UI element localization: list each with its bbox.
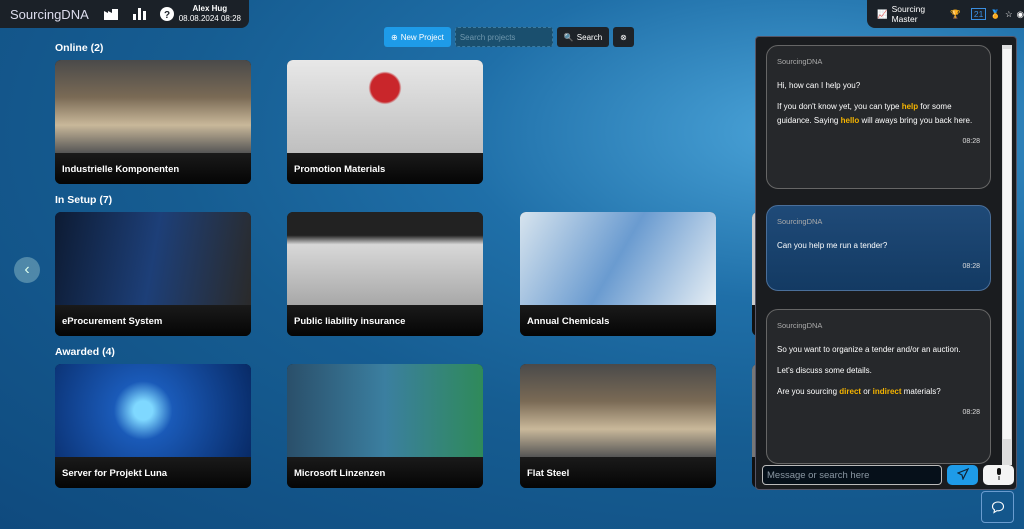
message-input[interactable] [762,465,942,485]
clear-button[interactable]: ⊗ [613,27,634,47]
project-label: Annual Chemicals [520,305,716,336]
datetime: 08.08.2024 08:28 [178,14,241,23]
chat-message-bot: SourcingDNA Hi, how can I help you? If y… [766,45,991,189]
project-card[interactable]: Industrielle Komponenten [55,60,251,184]
message-sender: SourcingDNA [777,217,823,226]
send-button[interactable] [947,465,978,485]
project-image [520,364,716,457]
chat-panel: SourcingDNA Hi, how can I help you? If y… [755,36,1017,490]
message-text: If you don't know yet, you can type help… [777,102,973,125]
trophy-icon: 🏆 [950,8,961,19]
new-project-label: New Project [400,32,444,42]
keyword-indirect[interactable]: indirect [873,387,902,396]
keyword-direct[interactable]: direct [839,387,861,396]
star-icon[interactable]: ☆ [1005,9,1013,20]
new-project-button[interactable]: ⊕ New Project [384,27,451,47]
project-toolbar: ⊕New Project 🔍Search ⊗ [384,27,634,47]
project-label: eProcurement System [55,305,251,336]
microphone-button[interactable] [983,465,1014,485]
chat-message-user: SourcingDNA Can you help me run a tender… [766,205,991,291]
medal-icon[interactable]: 🏅 [990,9,1001,20]
help-icon[interactable]: ? [160,7,174,21]
keyword-help[interactable]: help [902,102,918,111]
chat-input-row [762,465,1014,485]
svg-text:?: ? [164,10,170,21]
message-text: Are you sourcing direct or indirect mate… [777,387,941,396]
chat-toggle-button[interactable] [981,491,1014,523]
project-card[interactable]: Microsoft Linzenzen [287,364,483,488]
project-image [287,364,483,457]
chart-line-icon: 📈 [877,8,888,19]
chat-scrollbar[interactable] [1002,45,1012,465]
chat-messages[interactable]: SourcingDNA Hi, how can I help you? If y… [766,45,992,465]
project-image [520,212,716,305]
message-sender: SourcingDNA [777,321,823,330]
message-sender: SourcingDNA [777,57,823,66]
project-card[interactable]: Flat Steel [520,364,716,488]
project-label: Industrielle Komponenten [55,153,251,184]
message-time: 08:28 [962,409,980,416]
search-icon: 🔍 [563,32,574,42]
chat-bubble-icon [991,501,1004,514]
message-text: So you want to organize a tender and/or … [777,345,961,354]
search-label: Search [576,32,603,42]
project-image [55,364,251,457]
paper-plane-icon [956,467,969,481]
project-image [55,212,251,305]
microphone-icon [996,467,1001,480]
message-text: Can you help me run a tender? [777,241,888,250]
previous-arrow-button[interactable]: ‹ [14,257,40,283]
search-input[interactable] [454,27,553,47]
bar-chart-icon[interactable] [132,7,146,21]
rank-label[interactable]: Sourcing Master [892,4,947,24]
project-card[interactable]: Server for Projekt Luna [55,364,251,488]
project-label: Flat Steel [520,457,716,488]
project-label: Public liability insurance [287,305,483,336]
clear-circle-icon: ⊗ [620,32,627,42]
project-image [287,60,483,153]
project-image [55,60,251,153]
level-badge: 21 [970,8,987,20]
factory-icon[interactable] [104,7,118,21]
section-online: Online (2) [55,42,104,54]
keyword-hello[interactable]: hello [841,116,860,125]
plus-circle-icon: ⊕ [391,32,398,42]
message-text: Let's discuss some details. [777,366,872,375]
message-time: 08:28 [962,263,980,270]
project-image [287,212,483,305]
section-in-setup: In Setup (7) [55,194,113,206]
scrollbar-thumb[interactable] [1003,49,1011,439]
project-card[interactable]: Annual Chemicals [520,212,716,336]
logo[interactable]: SourcingDNA [10,7,90,22]
search-button[interactable]: 🔍 Search [556,27,610,47]
message-text: Hi, how can I help you? [777,81,861,90]
chevron-left-icon: ‹ [24,261,30,278]
project-card[interactable]: Promotion Materials [287,60,483,184]
project-label: Microsoft Linzenzen [287,457,483,488]
chat-message-bot: SourcingDNA So you want to organize a te… [766,309,991,464]
top-left-bar: SourcingDNA ? Alex Hug 08.08.2024 08:28 [0,0,249,28]
status-bar: 📈 Sourcing Master 🏆 21 🏅 ☆ ◉ [867,0,1024,28]
badge-icon[interactable]: ◉ [1017,9,1024,20]
project-card[interactable]: Public liability insurance [287,212,483,336]
project-label: Promotion Materials [287,153,483,184]
project-label: Server for Projekt Luna [55,457,251,488]
project-card[interactable]: eProcurement System [55,212,251,336]
section-awarded: Awarded (4) [55,346,115,358]
user-info[interactable]: Alex Hug 08.08.2024 08:28 [179,4,241,24]
message-time: 08:28 [962,138,980,145]
user-name: Alex Hug [192,4,228,13]
